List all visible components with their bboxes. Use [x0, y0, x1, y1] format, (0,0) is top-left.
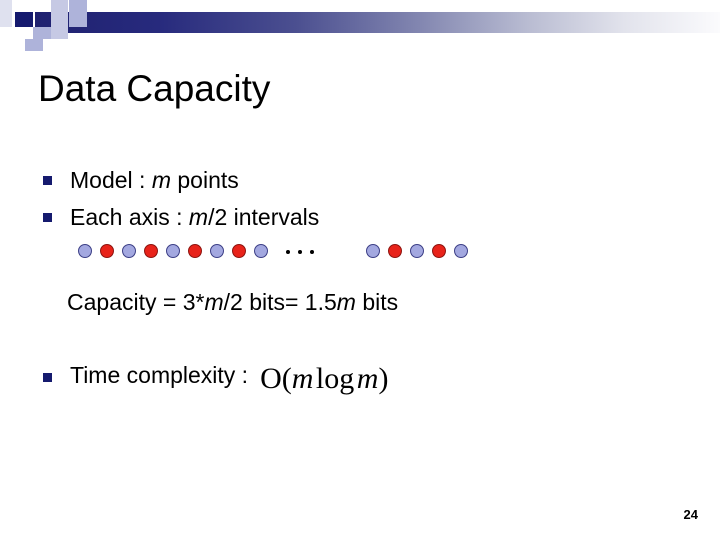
deco-square	[69, 0, 87, 12]
formula-close-paren: )	[378, 362, 389, 395]
deco-square	[33, 27, 51, 39]
header-decoration	[0, 0, 720, 51]
formula-log: log	[315, 362, 355, 395]
dot-blue	[122, 244, 136, 258]
bullet-item-label: Each axis : m/2 intervals	[70, 204, 319, 230]
ellipsis-dot	[310, 250, 314, 254]
bullet-item-label: Model : m points	[70, 167, 239, 193]
deco-square	[51, 0, 68, 12]
bullet-variable: m	[188, 204, 209, 230]
deco-square	[15, 12, 33, 27]
bullet-item-each-axis: Each axis : m/2 intervals	[43, 204, 319, 230]
dot-red	[232, 244, 246, 258]
dot-red	[100, 244, 114, 258]
bullet-prefix: Each axis :	[70, 204, 189, 230]
deco-square	[33, 0, 51, 12]
deco-square	[0, 27, 15, 46]
deco-square	[69, 12, 87, 27]
bullet-item-time-complexity: Time complexity : O(m log m)	[43, 362, 388, 394]
square-bullet-icon	[43, 176, 52, 185]
dot-blue	[410, 244, 424, 258]
square-bullet-icon	[43, 373, 52, 382]
bullet-suffix: points	[171, 167, 239, 193]
interval-dot-diagram	[78, 241, 476, 261]
capacity-variable-2: m	[336, 289, 356, 315]
capacity-variable-1: m	[204, 289, 224, 315]
dot-red	[188, 244, 202, 258]
dot-blue	[366, 244, 380, 258]
big-o-formula: O(m log m)	[260, 364, 388, 394]
bullet-item-label: Time complexity :	[70, 362, 248, 388]
dot-blue	[166, 244, 180, 258]
bullet-item-model: Model : m points	[43, 167, 239, 193]
dot-red	[432, 244, 446, 258]
dot-red	[144, 244, 158, 258]
ellipsis-dot	[298, 250, 302, 254]
formula-variable-2: m	[356, 362, 379, 395]
header-gradient-bar	[35, 12, 720, 33]
dot-blue	[78, 244, 92, 258]
bullet-variable: m	[151, 167, 171, 193]
page-title: Data Capacity	[38, 68, 271, 109]
bullet-suffix: /2 intervals	[208, 204, 320, 230]
slide: Data Capacity Model : m points Each axis…	[0, 0, 720, 540]
ellipsis-icon	[282, 243, 318, 259]
capacity-tail: bits	[355, 289, 399, 315]
capacity-label: Capacity = 3*	[67, 289, 205, 315]
deco-square	[51, 27, 68, 39]
deco-square	[25, 39, 43, 51]
dot-blue	[210, 244, 224, 258]
square-bullet-icon	[43, 213, 52, 222]
capacity-middle: /2 bits= 1.5	[223, 289, 337, 315]
capacity-equation: Capacity = 3*m/2 bits= 1.5m bits	[67, 288, 398, 316]
ellipsis-dot	[286, 250, 290, 254]
formula-variable-1: m	[291, 362, 314, 395]
dot-blue	[254, 244, 268, 258]
deco-square	[51, 12, 68, 27]
dot-blue	[454, 244, 468, 258]
page-number: 24	[683, 507, 698, 522]
bullet-prefix: Time complexity :	[70, 362, 249, 388]
formula-big-o: O(	[260, 362, 292, 395]
bullet-prefix: Model :	[70, 167, 152, 193]
dot-red	[388, 244, 402, 258]
